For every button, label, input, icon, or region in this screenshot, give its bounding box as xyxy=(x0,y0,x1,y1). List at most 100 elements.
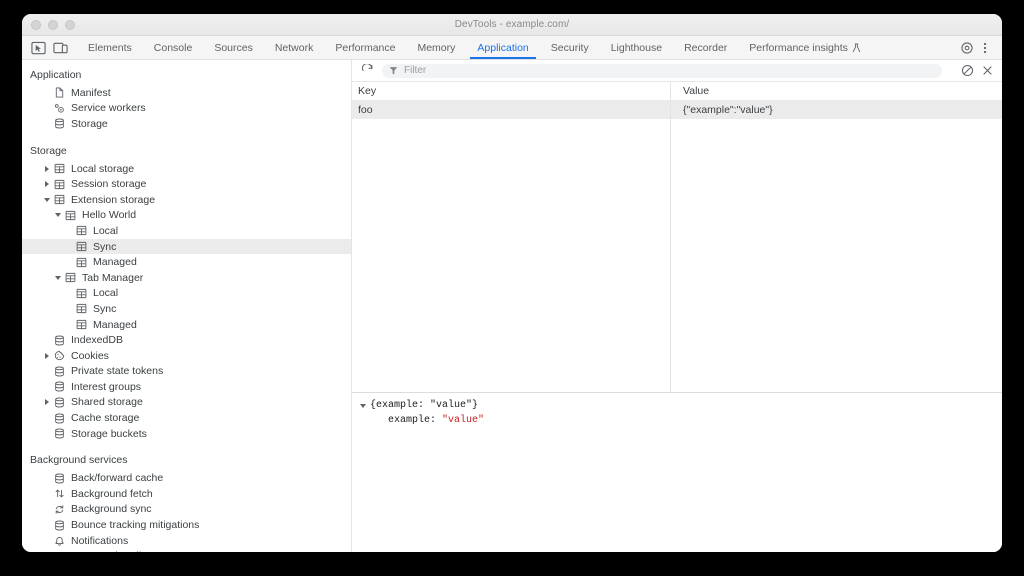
chevron-down-icon[interactable] xyxy=(360,399,370,414)
sidebar-item-label: Manifest xyxy=(71,86,111,99)
preview-root-row[interactable]: {example: "value"} xyxy=(360,399,1002,414)
sidebar-item-label: IndexedDB xyxy=(71,334,123,347)
sidebar-item-label: Local xyxy=(93,224,119,237)
table-grid-icon xyxy=(52,177,66,191)
sidebar-item-label: Sync xyxy=(93,240,117,253)
tab-elements[interactable]: Elements xyxy=(77,36,143,59)
column-header-value[interactable]: Value xyxy=(677,82,1002,101)
sidebar-item-managed[interactable]: Managed xyxy=(22,254,351,270)
tab-memory[interactable]: Memory xyxy=(406,36,466,59)
sidebar-item-interest-groups[interactable]: Interest groups xyxy=(22,379,351,395)
table-row[interactable]: foo {"example":"value"} xyxy=(352,100,1002,119)
sidebar-section-gap xyxy=(22,441,351,450)
filter-input[interactable]: Filter xyxy=(382,63,942,78)
chevron-down-icon[interactable] xyxy=(52,212,63,218)
tab-label: Memory xyxy=(417,41,456,54)
tab-console[interactable]: Console xyxy=(143,36,204,59)
clear-all-icon[interactable] xyxy=(958,62,976,80)
tab-sources[interactable]: Sources xyxy=(203,36,264,59)
storage-table-body: foo {"example":"value"} xyxy=(352,100,1002,119)
devtools-tabstrip: Elements Console Sources Network Performance… xyxy=(22,36,1002,60)
window-title: DevTools - example.com/ xyxy=(454,19,570,30)
inspect-element-icon[interactable] xyxy=(31,41,46,55)
more-options-icon[interactable] xyxy=(978,41,992,55)
sidebar-item-extension-storage[interactable]: Extension storage xyxy=(22,192,351,208)
application-sidebar[interactable]: Application Manifest Service workers Storag… xyxy=(22,60,352,552)
tab-lighthouse[interactable]: Lighthouse xyxy=(600,36,673,59)
refresh-icon[interactable] xyxy=(358,62,376,80)
cell-key[interactable]: foo xyxy=(352,100,677,119)
sidebar-item-local[interactable]: Local xyxy=(22,286,351,302)
tabstrip-right-icons xyxy=(956,36,1002,59)
sidebar-item-managed[interactable]: Managed xyxy=(22,317,351,333)
sidebar-item-sync[interactable]: Sync xyxy=(22,301,351,317)
minimize-window-button[interactable] xyxy=(48,19,58,30)
device-toolbar-icon[interactable] xyxy=(53,41,68,55)
sidebar-item-label: Back/forward cache xyxy=(71,472,164,485)
tab-security[interactable]: Security xyxy=(540,36,600,59)
chevron-right-icon[interactable] xyxy=(41,399,52,406)
column-header-key[interactable]: Key xyxy=(352,82,677,101)
sidebar-item-hello-world[interactable]: Hello World xyxy=(22,208,351,224)
table-grid-icon xyxy=(74,302,88,316)
sidebar-item-background-sync[interactable]: Background sync xyxy=(22,502,351,518)
storage-table-container[interactable]: Key Value foo {"example":"value"} xyxy=(352,82,1002,392)
sidebar-item-label: Shared storage xyxy=(71,396,143,409)
tab-label: Application xyxy=(477,41,529,54)
cell-value[interactable]: {"example":"value"} xyxy=(677,100,1002,119)
settings-gear-icon[interactable] xyxy=(960,41,974,55)
sidebar-item-tab-manager[interactable]: Tab Manager xyxy=(22,270,351,286)
chevron-right-icon[interactable] xyxy=(41,165,52,172)
chevron-down-icon[interactable] xyxy=(52,275,63,281)
close-window-button[interactable] xyxy=(31,19,41,30)
sidebar-item-payment-handler[interactable]: Payment handler xyxy=(22,548,351,552)
tab-performance[interactable]: Performance xyxy=(324,36,406,59)
tab-application[interactable]: Application xyxy=(466,36,539,59)
cookie-icon xyxy=(52,349,66,363)
sidebar-item-cookies[interactable]: Cookies xyxy=(22,348,351,364)
sidebar-item-back-forward-cache[interactable]: Back/forward cache xyxy=(22,470,351,486)
sidebar-item-shared-storage[interactable]: Shared storage xyxy=(22,395,351,411)
sidebar-item-bounce-tracking-mitigations[interactable]: Bounce tracking mitigations xyxy=(22,517,351,533)
sidebar-item-label: Local xyxy=(93,287,119,300)
sidebar-item-local[interactable]: Local xyxy=(22,223,351,239)
sidebar-item-storage-buckets[interactable]: Storage buckets xyxy=(22,426,351,442)
sidebar-item-indexeddb[interactable]: IndexedDB xyxy=(22,332,351,348)
filter-funnel-icon xyxy=(389,67,398,75)
maximize-window-button[interactable] xyxy=(65,19,75,30)
tab-label: Security xyxy=(550,41,589,54)
sidebar-item-sync[interactable]: Sync xyxy=(22,238,351,255)
table-grid-icon xyxy=(74,240,88,254)
sidebar-item-label: Notifications xyxy=(71,534,129,547)
sidebar-item-background-fetch[interactable]: Background fetch xyxy=(22,486,351,502)
filter-placeholder: Filter xyxy=(404,65,427,76)
sidebar-item-service-workers[interactable]: Service workers xyxy=(22,101,351,117)
sidebar-item-label: Cookies xyxy=(71,349,109,362)
value-preview-panel: {example: "value"} example: "value" xyxy=(352,392,1002,552)
devtools-window: DevTools - example.com/ Elements Console S… xyxy=(22,14,1002,552)
sidebar-item-manifest[interactable]: Manifest xyxy=(22,85,351,101)
sidebar-item-label: Session storage xyxy=(71,178,147,191)
table-grid-icon xyxy=(74,318,88,332)
column-resizer[interactable] xyxy=(670,82,671,392)
tab-performance-insights[interactable]: Performance insights xyxy=(738,36,872,59)
sidebar-item-cache-storage[interactable]: Cache storage xyxy=(22,410,351,426)
panel-tabs: Elements Console Sources Network Performance… xyxy=(77,36,956,59)
table-grid-icon xyxy=(74,224,88,238)
tab-network[interactable]: Network xyxy=(264,36,325,59)
tab-label: Sources xyxy=(214,41,253,54)
sidebar-item-private-state-tokens[interactable]: Private state tokens xyxy=(22,364,351,380)
chevron-down-icon[interactable] xyxy=(41,197,52,203)
tab-label: Network xyxy=(274,41,314,54)
chevron-right-icon[interactable] xyxy=(41,352,52,359)
tab-recorder[interactable]: Recorder xyxy=(673,36,738,59)
sidebar-section-title-background-services: Background services xyxy=(30,454,128,467)
sidebar-item-local-storage[interactable]: Local storage xyxy=(22,161,351,177)
sidebar-item-storage[interactable]: Storage xyxy=(22,116,351,132)
sidebar-item-label: Extension storage xyxy=(71,193,156,206)
close-icon[interactable] xyxy=(978,62,996,80)
chevron-right-icon[interactable] xyxy=(41,181,52,188)
table-header-row: Key Value xyxy=(352,82,1002,101)
sidebar-item-notifications[interactable]: Notifications xyxy=(22,533,351,549)
sidebar-item-session-storage[interactable]: Session storage xyxy=(22,176,351,192)
